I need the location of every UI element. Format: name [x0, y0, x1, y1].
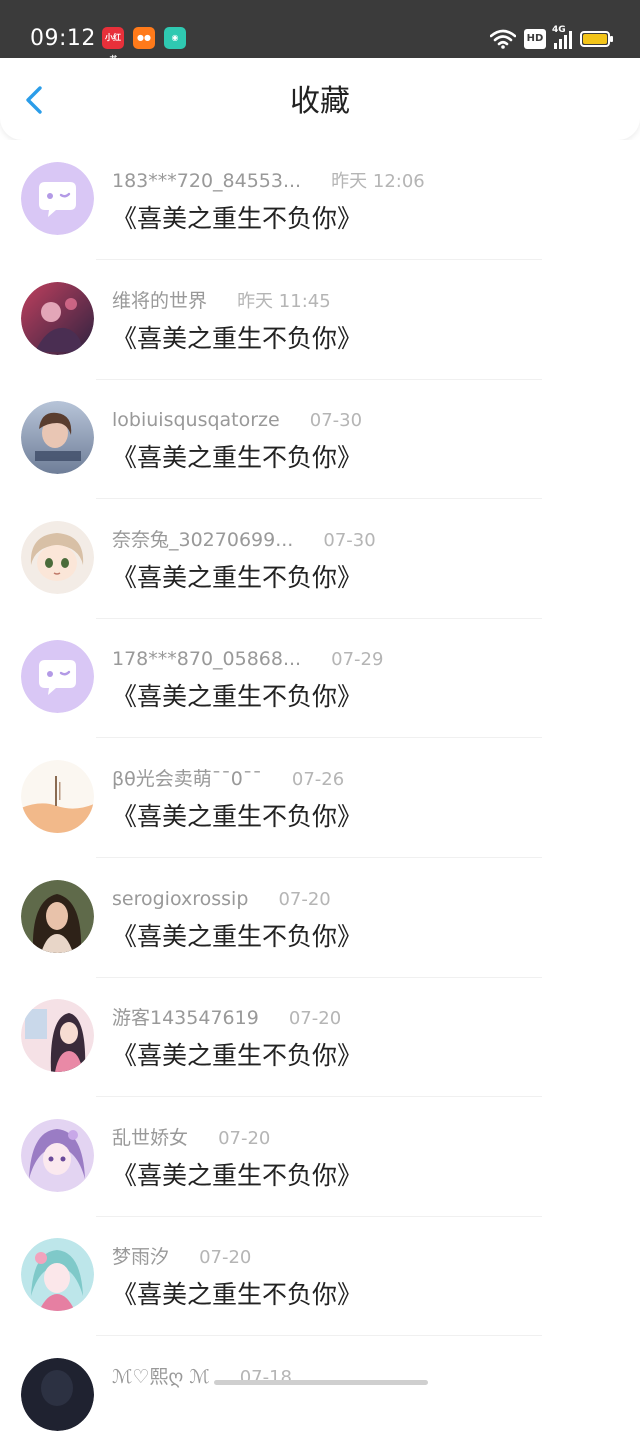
book-title: 《喜美之重生不负你》	[112, 1159, 362, 1193]
status-icons: HD 4G	[490, 27, 610, 51]
username: 183***720_84553...	[112, 168, 301, 194]
network-label: 4G	[552, 25, 566, 35]
home-indicator[interactable]	[214, 1380, 428, 1385]
avatar[interactable]	[21, 760, 94, 833]
avatar[interactable]	[21, 999, 94, 1072]
book-title: 《喜美之重生不负你》	[112, 441, 362, 475]
favorite-item[interactable]: 183***720_84553... 昨天 12:06 《喜美之重生不负你》	[0, 140, 640, 260]
avatar[interactable]	[21, 1119, 94, 1192]
username: βθ光会卖萌¯¯0¯¯	[112, 766, 262, 792]
favorite-item[interactable]: 178***870_05868... 07-29 《喜美之重生不负你》	[0, 618, 640, 738]
favorite-item[interactable]: βθ光会卖萌¯¯0¯¯ 07-26 《喜美之重生不负你》	[0, 738, 640, 858]
username: 奈奈兔_30270699...	[112, 527, 293, 553]
item-meta: 维将的世界 昨天 11:45	[112, 288, 331, 315]
avatar[interactable]	[21, 282, 94, 355]
default-chat-avatar-icon	[21, 162, 94, 235]
page-title: 收藏	[0, 82, 640, 122]
username: 乱世娇女	[112, 1125, 188, 1151]
photo-avatar-icon	[21, 1358, 94, 1431]
favorite-item[interactable]: serogioxrossip 07-20 《喜美之重生不负你》	[0, 858, 640, 978]
anime-avatar-icon	[21, 521, 94, 594]
anime-avatar-icon	[21, 999, 94, 1072]
favorite-item[interactable]: ℳ♡熙ღ ℳ 07-18	[0, 1336, 640, 1456]
book-title: 《喜美之重生不负你》	[112, 322, 362, 356]
wifi-icon	[490, 29, 516, 49]
header: 收藏	[0, 58, 640, 140]
signal-icon: 4G	[554, 29, 572, 49]
book-title: 《喜美之重生不负你》	[112, 800, 362, 834]
item-meta: 梦雨汐 07-20	[112, 1244, 251, 1271]
username: lobiuisqusqatorze	[112, 407, 280, 433]
username: 维将的世界	[112, 288, 207, 314]
status-bar: 09:12 小红书 ●● ◉ HD 4G	[0, 0, 640, 58]
default-chat-avatar-icon	[21, 640, 94, 713]
item-meta: lobiuisqusqatorze 07-30	[112, 407, 362, 434]
avatar[interactable]	[21, 880, 94, 953]
avatar[interactable]	[21, 640, 94, 713]
timestamp: 07-20	[278, 887, 330, 913]
favorite-item[interactable]: 游客143547619 07-20 《喜美之重生不负你》	[0, 977, 640, 1097]
favorite-item[interactable]: 梦雨汐 07-20 《喜美之重生不负你》	[0, 1216, 640, 1336]
timestamp: 07-20	[218, 1126, 270, 1152]
photo-avatar-icon	[21, 880, 94, 953]
favorite-item[interactable]: 维将的世界 昨天 11:45 《喜美之重生不负你》	[0, 260, 640, 380]
username: 梦雨汐	[112, 1244, 169, 1270]
battery-level	[583, 34, 607, 44]
favorite-item[interactable]: lobiuisqusqatorze 07-30 《喜美之重生不负你》	[0, 379, 640, 499]
timestamp: 07-29	[331, 647, 383, 673]
username: ℳ♡熙ღ ℳ	[112, 1364, 210, 1390]
username: serogioxrossip	[112, 886, 248, 912]
timestamp: 07-20	[199, 1245, 251, 1271]
username: 游客143547619	[112, 1005, 259, 1031]
avatar[interactable]	[21, 521, 94, 594]
battery-icon	[580, 31, 610, 47]
book-title: 《喜美之重生不负你》	[112, 920, 362, 954]
chat-app-icon: ◉	[164, 27, 186, 49]
favorite-item[interactable]: 乱世娇女 07-20 《喜美之重生不负你》	[0, 1097, 640, 1217]
timestamp: 07-30	[310, 408, 362, 434]
book-title: 《喜美之重生不负你》	[112, 561, 362, 595]
dianping-icon: ●●	[133, 27, 155, 49]
item-meta: 奈奈兔_30270699... 07-30	[112, 527, 376, 554]
book-title: 《喜美之重生不负你》	[112, 202, 362, 236]
item-meta: 乱世娇女 07-20	[112, 1125, 270, 1152]
timestamp: 07-26	[292, 767, 344, 793]
timestamp: 昨天 11:45	[237, 289, 331, 315]
item-meta: βθ光会卖萌¯¯0¯¯ 07-26	[112, 766, 344, 793]
avatar[interactable]	[21, 401, 94, 474]
timestamp: 07-18	[240, 1365, 292, 1391]
item-meta: 183***720_84553... 昨天 12:06	[112, 168, 425, 195]
hd-badge: HD	[524, 29, 546, 49]
book-title: 《喜美之重生不负你》	[112, 680, 362, 714]
timestamp: 07-20	[289, 1006, 341, 1032]
timestamp: 昨天 12:06	[331, 169, 425, 195]
anime-avatar-icon	[21, 1238, 94, 1311]
favorite-item[interactable]: 奈奈兔_30270699... 07-30 《喜美之重生不负你》	[0, 499, 640, 619]
book-title: 《喜美之重生不负你》	[112, 1278, 362, 1312]
book-cover-avatar-icon	[21, 760, 94, 833]
photo-avatar-icon	[21, 282, 94, 355]
book-title: 《喜美之重生不负你》	[112, 1039, 362, 1073]
username: 178***870_05868...	[112, 646, 301, 672]
avatar[interactable]	[21, 1358, 94, 1431]
favorites-list: 183***720_84553... 昨天 12:06 《喜美之重生不负你》 维…	[0, 140, 640, 1387]
photo-avatar-icon	[21, 401, 94, 474]
item-meta: 游客143547619 07-20	[112, 1005, 341, 1032]
avatar[interactable]	[21, 1238, 94, 1311]
anime-avatar-icon	[21, 1119, 94, 1192]
xiaohongshu-icon: 小红书	[102, 27, 124, 49]
item-meta: serogioxrossip 07-20	[112, 886, 331, 913]
item-meta: 178***870_05868... 07-29	[112, 646, 383, 673]
avatar[interactable]	[21, 162, 94, 235]
timestamp: 07-30	[323, 528, 375, 554]
status-time: 09:12	[30, 24, 96, 54]
